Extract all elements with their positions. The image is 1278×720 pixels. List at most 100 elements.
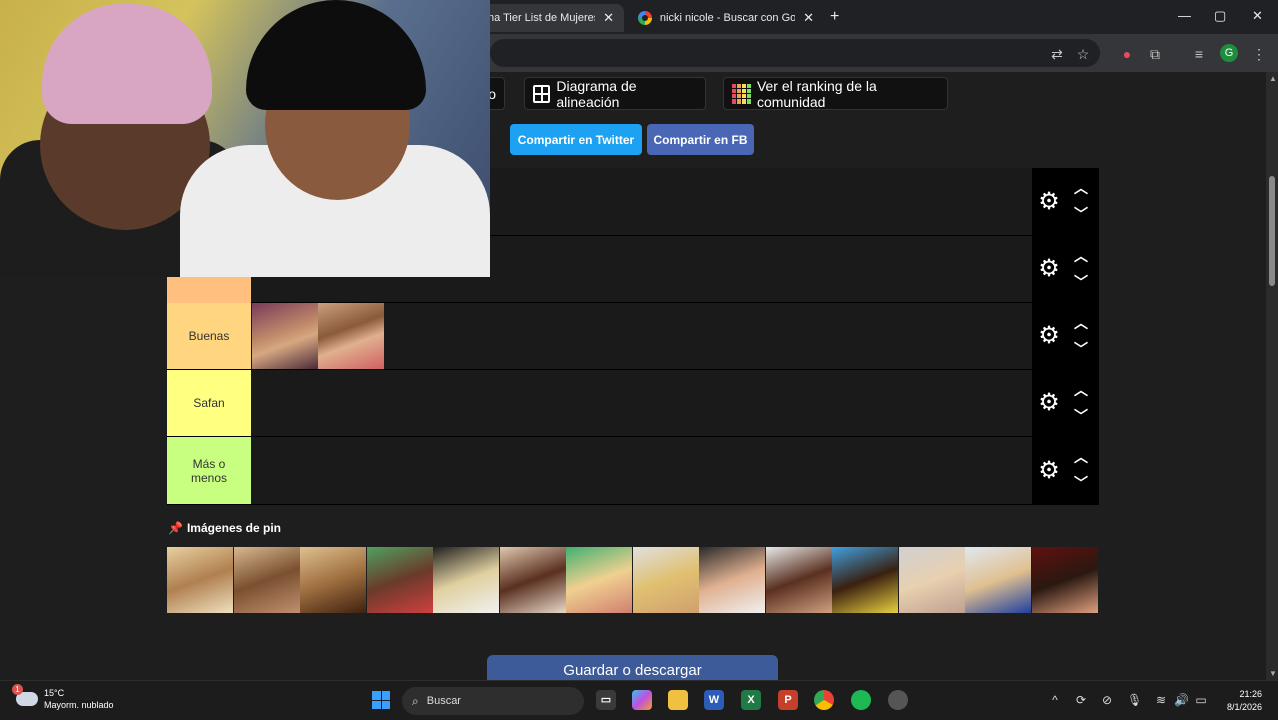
extension-recorder-icon[interactable]: ● [1118,45,1136,63]
pin-image[interactable] [566,547,632,613]
tier-row-safan: Safan ⚙ ︿ ﹀ [167,370,1099,437]
browser-menu-icon[interactable]: ⋮ [1250,45,1268,63]
community-ranking-button[interactable]: Ver el ranking de la comunidad [723,77,948,110]
tab-close-icon[interactable]: ✕ [803,10,814,26]
taskbar-search[interactable]: ⌕ Buscar [402,687,584,715]
chevron-up-icon[interactable]: ︿ [1072,246,1090,266]
volume-icon[interactable]: 🔊 [1174,693,1189,707]
copilot-icon[interactable] [632,690,652,710]
tab-tier-list[interactable]: na Tier List de Mujeres a ✕ [478,4,624,32]
screen: na Tier List de Mujeres a ✕ nicki nicole… [0,0,1278,720]
google-icon [638,11,652,25]
grid-icon [533,84,551,103]
maximize-icon[interactable]: ▢ [1214,8,1226,24]
pin-image[interactable] [234,547,300,613]
gear-icon[interactable]: ⚙ [1036,188,1062,215]
pin-image[interactable] [899,547,965,613]
tier-label[interactable]: Buenas [167,303,251,369]
address-bar[interactable] [490,39,1100,67]
save-or-download-button[interactable]: Guardar o descargar [487,655,778,683]
share-twitter-button[interactable]: Compartir en Twitter [510,124,642,155]
chevron-down-icon[interactable]: ﹀ [1072,272,1090,292]
scroll-up-icon[interactable]: ▲ [1269,74,1277,83]
bookmark-star-icon[interactable]: ☆ [1074,45,1092,63]
chrome-icon[interactable] [814,690,834,710]
microphone-icon[interactable]: 🎙 [1127,693,1142,707]
black-cap [246,0,426,110]
chevron-down-icon[interactable]: ﹀ [1072,406,1090,426]
media-control-icon[interactable]: ≡ [1190,45,1208,63]
weather-widget[interactable]: 1 15°C Mayorm. nublado [12,684,114,711]
word-icon[interactable]: W [704,690,724,710]
pin-image[interactable] [300,547,366,613]
weather-badge: 1 [12,684,23,695]
pin-image[interactable] [832,547,898,613]
pin-image[interactable] [699,547,765,613]
show-hidden-icons[interactable]: ^ [1048,693,1062,707]
tier-image[interactable] [318,303,384,369]
pin-image[interactable] [1032,547,1098,613]
ranking-grid-icon [732,83,751,104]
pin-icon: 📌 [168,521,183,535]
tab-close-icon[interactable]: ✕ [603,10,614,26]
scroll-down-icon[interactable]: ▼ [1269,669,1277,678]
tier-controls: ⚙ ︿ ﹀ [1032,437,1099,504]
windows-start-icon[interactable] [372,691,390,709]
tier-image[interactable] [252,303,318,369]
tier-label[interactable]: Safan [167,370,251,436]
alignment-chart-label: Diagrama de alineación [556,77,637,110]
chevron-up-icon[interactable]: ︿ [1072,380,1090,400]
extensions-puzzle-icon[interactable]: ⧉ [1146,45,1164,63]
chevron-up-icon[interactable]: ︿ [1072,313,1090,333]
powerpoint-icon[interactable]: P [778,690,798,710]
tab-google-search[interactable]: nicki nicole - Buscar con Googl ✕ [628,4,824,32]
alignment-chart-button[interactable]: Diagrama de alineación [524,77,706,110]
chevron-down-icon[interactable]: ﹀ [1072,204,1090,224]
app-icon[interactable] [888,690,908,710]
tier-row-mas-o-menos: Más o menos ⚙ ︿ ﹀ [167,437,1099,505]
chevron-down-icon[interactable]: ﹀ [1072,339,1090,359]
clock-date: 8/1/2026 [1226,702,1262,712]
new-tab-button[interactable]: + [830,8,839,26]
tier-label[interactable] [167,277,251,303]
pin-image[interactable] [367,547,433,613]
clock-time: 21:26 [1239,689,1262,699]
chevron-up-icon[interactable]: ︿ [1072,178,1090,198]
share-facebook-button[interactable]: Compartir en FB [647,124,754,155]
wifi-icon[interactable]: ≋ [1154,693,1168,707]
gear-icon[interactable]: ⚙ [1036,390,1062,416]
file-explorer-icon[interactable] [668,690,688,710]
pin-image[interactable] [766,547,832,613]
chevron-up-icon[interactable]: ︿ [1072,447,1090,467]
close-window-icon[interactable]: ✕ [1252,8,1263,24]
sync-icon[interactable]: ⟳ [1074,693,1088,707]
pin-image[interactable] [167,547,233,613]
task-view-icon[interactable]: ▭ [596,690,616,710]
translate-icon[interactable]: ⇄ [1048,45,1066,63]
pin-image[interactable] [433,547,499,613]
system-clock[interactable]: 21:26 8/1/2026 [1218,688,1262,714]
network-off-icon[interactable]: ⊘ [1100,693,1114,707]
excel-icon[interactable]: X [741,690,761,710]
page-scrollbar[interactable]: ▲ ▼ [1266,72,1278,680]
chevron-down-icon[interactable]: ﹀ [1072,473,1090,493]
cloud-icon: 1 [12,684,38,706]
weather-temp: 15°C [44,688,65,698]
gear-icon[interactable]: ⚙ [1036,457,1062,484]
gear-icon[interactable]: ⚙ [1036,256,1062,282]
tier-label[interactable]: Más o menos [167,437,251,504]
tab-title: na Tier List de Mujeres a [488,12,595,24]
gear-icon[interactable]: ⚙ [1036,323,1062,349]
pin-image[interactable] [633,547,699,613]
pin-images-heading: 📌 Imágenes de pin [168,521,281,535]
search-icon: ⌕ [412,693,419,708]
profile-avatar[interactable]: G [1220,44,1238,62]
minimize-icon[interactable]: — [1178,8,1191,23]
spotify-icon[interactable] [851,690,871,710]
pin-image[interactable] [965,547,1031,613]
battery-icon[interactable]: ▭ [1194,693,1208,707]
scrollbar-thumb[interactable] [1269,176,1275,286]
tier-controls: ⚙ ︿ ﹀ [1032,303,1099,369]
tier-controls: ⚙ ︿ ﹀ [1032,236,1099,302]
pin-image[interactable] [500,547,566,613]
